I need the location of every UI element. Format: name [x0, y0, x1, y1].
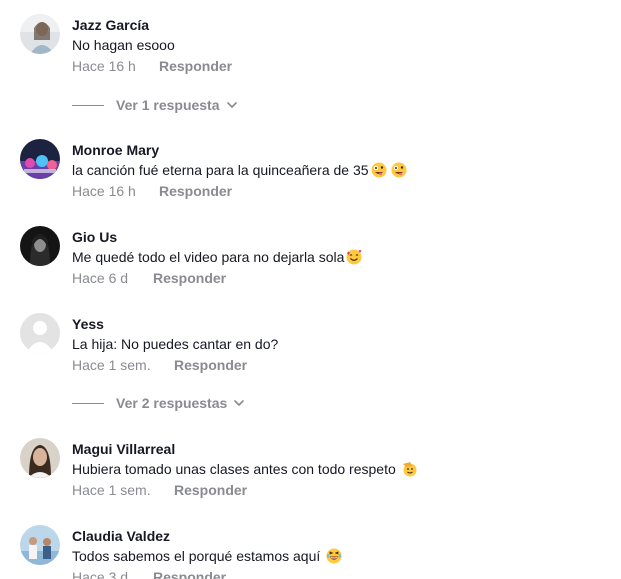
reply-button[interactable]: Responder	[159, 183, 232, 199]
avatar[interactable]	[20, 139, 60, 179]
comment-text-body: La hija: No puedes cantar en do?	[72, 336, 279, 352]
comment-feed: Jazz García No hagan esooo Hace 16 h Res…	[0, 0, 621, 579]
avatar-photo-icon	[20, 226, 60, 266]
comment-item: Magui Villarreal Hubiera tomado unas cla…	[20, 438, 600, 508]
comment-text: Me quedé todo el video para no dejarla s…	[72, 249, 362, 265]
comment-item: Gio Us Me quedé todo el video para no de…	[20, 226, 600, 296]
avatar[interactable]	[20, 226, 60, 266]
comment-text: Todos sabemos el porqué estamos aquí	[72, 548, 342, 564]
chevron-down-icon	[234, 400, 245, 406]
comment-author[interactable]: Yess	[72, 316, 104, 332]
comment-author[interactable]: Claudia Valdez	[72, 528, 170, 544]
comment-timestamp: Hace 1 sem.	[72, 482, 151, 498]
avatar-photo-icon	[20, 14, 60, 54]
comment-text-body: No hagan esooo	[72, 37, 175, 53]
comment-item: Jazz García No hagan esooo Hace 16 h Res…	[20, 14, 600, 84]
comment-timestamp: Hace 16 h	[72, 58, 136, 74]
comment-timestamp: Hace 6 d	[72, 270, 129, 286]
comment-author[interactable]: Gio Us	[72, 229, 117, 245]
comment-text: la canción fué eterna para la quinceañer…	[72, 162, 407, 178]
zany-face-icon	[371, 162, 387, 178]
comment-text-body: Hubiera tomado unas clases antes con tod…	[72, 461, 396, 477]
comment-item: Yess La hija: No puedes cantar en do? Ha…	[20, 313, 600, 383]
zany-face-icon	[391, 162, 407, 178]
comment-text-body: la canción fué eterna para la quinceañer…	[72, 162, 369, 178]
comment-text: No hagan esooo	[72, 37, 175, 53]
comment-timestamp: Hace 16 h	[72, 183, 136, 199]
avatar[interactable]	[20, 313, 60, 353]
reply-button[interactable]: Responder	[174, 357, 247, 373]
reply-button[interactable]: Responder	[159, 58, 232, 74]
laughing-face-icon	[326, 548, 342, 564]
comment-text: La hija: No puedes cantar en do?	[72, 336, 278, 352]
comment-author[interactable]: Magui Villarreal	[72, 441, 175, 457]
saluting-face-icon	[402, 462, 417, 477]
avatar-photo-icon	[20, 139, 60, 179]
view-replies-label: Ver 1 respuesta	[116, 97, 220, 113]
view-replies-button[interactable]: Ver 1 respuesta	[72, 95, 238, 115]
comment-timestamp: Hace 1 sem.	[72, 357, 151, 373]
reply-button[interactable]: Responder	[153, 270, 226, 286]
avatar[interactable]	[20, 525, 60, 565]
view-replies-label: Ver 2 respuestas	[116, 395, 228, 411]
divider-line	[72, 104, 104, 106]
smiling-face-with-hearts-icon	[346, 249, 362, 265]
avatar-photo-icon	[20, 525, 60, 565]
avatar[interactable]	[20, 438, 60, 478]
chevron-down-icon	[226, 102, 237, 108]
comment-item: Monroe Mary la canción fué eterna para l…	[20, 139, 600, 209]
comment-item: Claudia Valdez Todos sabemos el porqué e…	[20, 525, 600, 579]
reply-button[interactable]: Responder	[153, 569, 226, 579]
comment-author[interactable]: Monroe Mary	[72, 142, 159, 158]
view-replies-button[interactable]: Ver 2 respuestas	[72, 393, 245, 413]
avatar-photo-icon	[20, 438, 60, 478]
default-avatar-icon	[20, 313, 60, 353]
avatar[interactable]	[20, 14, 60, 54]
comment-text: Hubiera tomado unas clases antes con tod…	[72, 461, 418, 477]
divider-line	[72, 402, 104, 404]
comment-text-body: Todos sabemos el porqué estamos aquí	[72, 548, 321, 564]
comment-author[interactable]: Jazz García	[72, 17, 149, 33]
comment-text-body: Me quedé todo el video para no dejarla s…	[72, 249, 345, 265]
reply-button[interactable]: Responder	[174, 482, 247, 498]
comment-timestamp: Hace 3 d	[72, 569, 129, 579]
